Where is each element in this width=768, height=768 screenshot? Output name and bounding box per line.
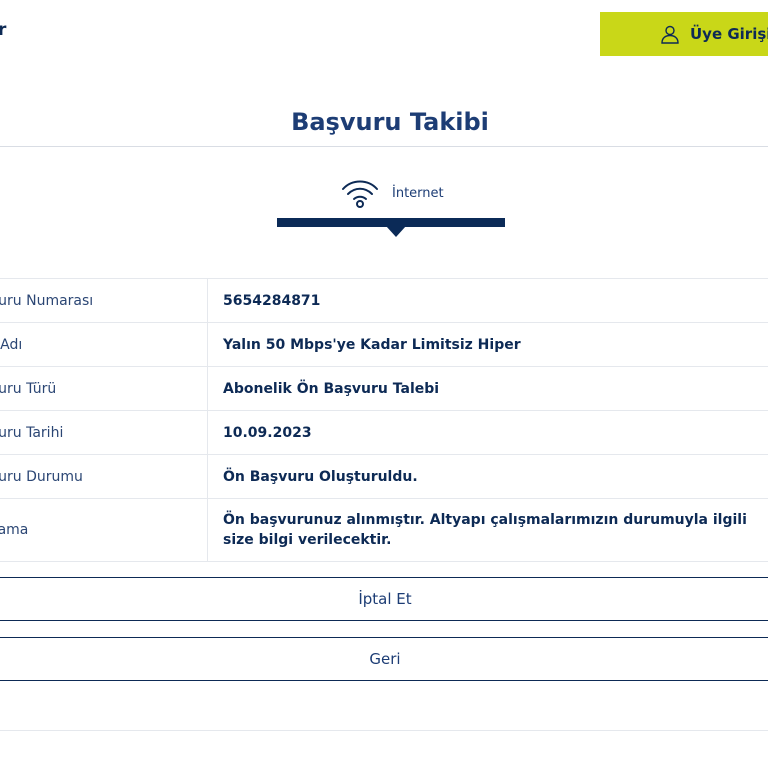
site-header: r Üye Girişi: [0, 0, 768, 66]
back-button[interactable]: Geri: [0, 637, 768, 681]
table-row: aşvuru Tarihi 10.09.2023: [0, 410, 768, 455]
detail-label: ket Adı: [0, 336, 23, 353]
user-icon: [660, 24, 680, 44]
detail-label: aşvuru Durumu: [0, 468, 83, 485]
header-brand-fragment: r: [0, 20, 7, 40]
wifi-icon: [340, 176, 380, 210]
active-tab-caret: [386, 226, 406, 237]
detail-value: 5654284871: [207, 278, 768, 323]
table-row: aşvuru Türü Abonelik Ön Başvuru Talebi: [0, 366, 768, 411]
bottom-divider: [0, 730, 768, 731]
table-row: aşvuru Numarası 5654284871: [0, 278, 768, 323]
tab-internet[interactable]: İnternet: [340, 176, 444, 210]
detail-value: Ön Başvuru Oluşturuldu.: [207, 454, 768, 499]
detail-value: Yalın 50 Mbps'ye Kadar Limitsiz Hiper: [207, 322, 768, 367]
detail-label: aşvuru Numarası: [0, 292, 94, 309]
title-divider: [0, 146, 768, 147]
member-login-button[interactable]: Üye Girişi: [600, 12, 768, 56]
detail-label: çıklama: [0, 522, 29, 538]
application-details-table: aşvuru Numarası 5654284871 ket Adı Yalın…: [0, 278, 768, 562]
table-row: ket Adı Yalın 50 Mbps'ye Kadar Limitsiz …: [0, 322, 768, 367]
tab-internet-label: İnternet: [392, 185, 444, 201]
detail-label: aşvuru Tarihi: [0, 424, 64, 441]
detail-value: Abonelik Ön Başvuru Talebi: [207, 366, 768, 411]
cancel-application-button[interactable]: İptal Et: [0, 577, 768, 621]
detail-label: aşvuru Türü: [0, 380, 57, 397]
page-title: Başvuru Takibi: [291, 108, 489, 136]
detail-value: Ön başvurunuz alınmıştır. Altyapı çalışm…: [207, 498, 768, 562]
table-row: aşvuru Durumu Ön Başvuru Oluşturuldu.: [0, 454, 768, 499]
detail-value: 10.09.2023: [207, 410, 768, 455]
member-login-label: Üye Girişi: [690, 25, 768, 43]
table-row: çıklama Ön başvurunuz alınmıştır. Altyap…: [0, 498, 768, 562]
